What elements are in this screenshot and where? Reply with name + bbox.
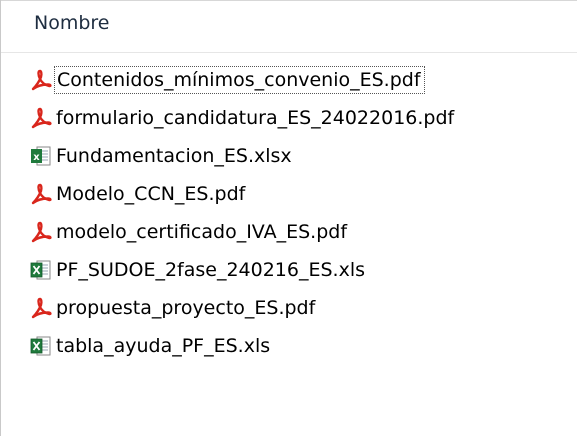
pdf-icon [30,297,52,319]
svg-text:x: x [33,152,40,163]
file-row[interactable]: propuesta_proyecto_ES.pdf [0,292,577,324]
xls-icon [30,259,52,281]
file-name: PF_SUDOE_2fase_240216_ES.xls [56,259,366,281]
file-row[interactable]: tabla_ayuda_PF_ES.xls [0,330,577,362]
pdf-icon [30,107,52,129]
pdf-icon [30,183,52,205]
file-row[interactable]: Contenidos_mínimos_convenio_ES.pdf [0,64,577,96]
file-name: Fundamentacion_ES.xlsx [56,145,292,167]
xls-icon [30,335,52,357]
file-row[interactable]: modelo_certificado_IVA_ES.pdf [0,216,577,248]
file-row[interactable]: PF_SUDOE_2fase_240216_ES.xls [0,254,577,286]
xlsx-icon: x [30,145,52,167]
pdf-icon [30,221,52,243]
file-name: formulario_candidatura_ES_24022016.pdf [56,107,455,129]
column-header-name[interactable]: Nombre [34,12,110,34]
file-list-view: Nombre Contenidos_mínimos_convenio_ES.pd… [0,0,577,436]
file-name: tabla_ayuda_PF_ES.xls [56,335,271,357]
file-name: modelo_certificado_IVA_ES.pdf [56,221,348,243]
file-name: Modelo_CCN_ES.pdf [56,183,246,205]
file-row[interactable]: x Fundamentacion_ES.xlsx [0,140,577,172]
column-header-bar: Nombre [1,1,577,53]
file-row[interactable]: Modelo_CCN_ES.pdf [0,178,577,210]
file-row[interactable]: formulario_candidatura_ES_24022016.pdf [0,102,577,134]
pdf-icon [30,69,52,91]
file-name: Contenidos_mínimos_convenio_ES.pdf [54,66,425,94]
file-name: propuesta_proyecto_ES.pdf [56,297,316,319]
